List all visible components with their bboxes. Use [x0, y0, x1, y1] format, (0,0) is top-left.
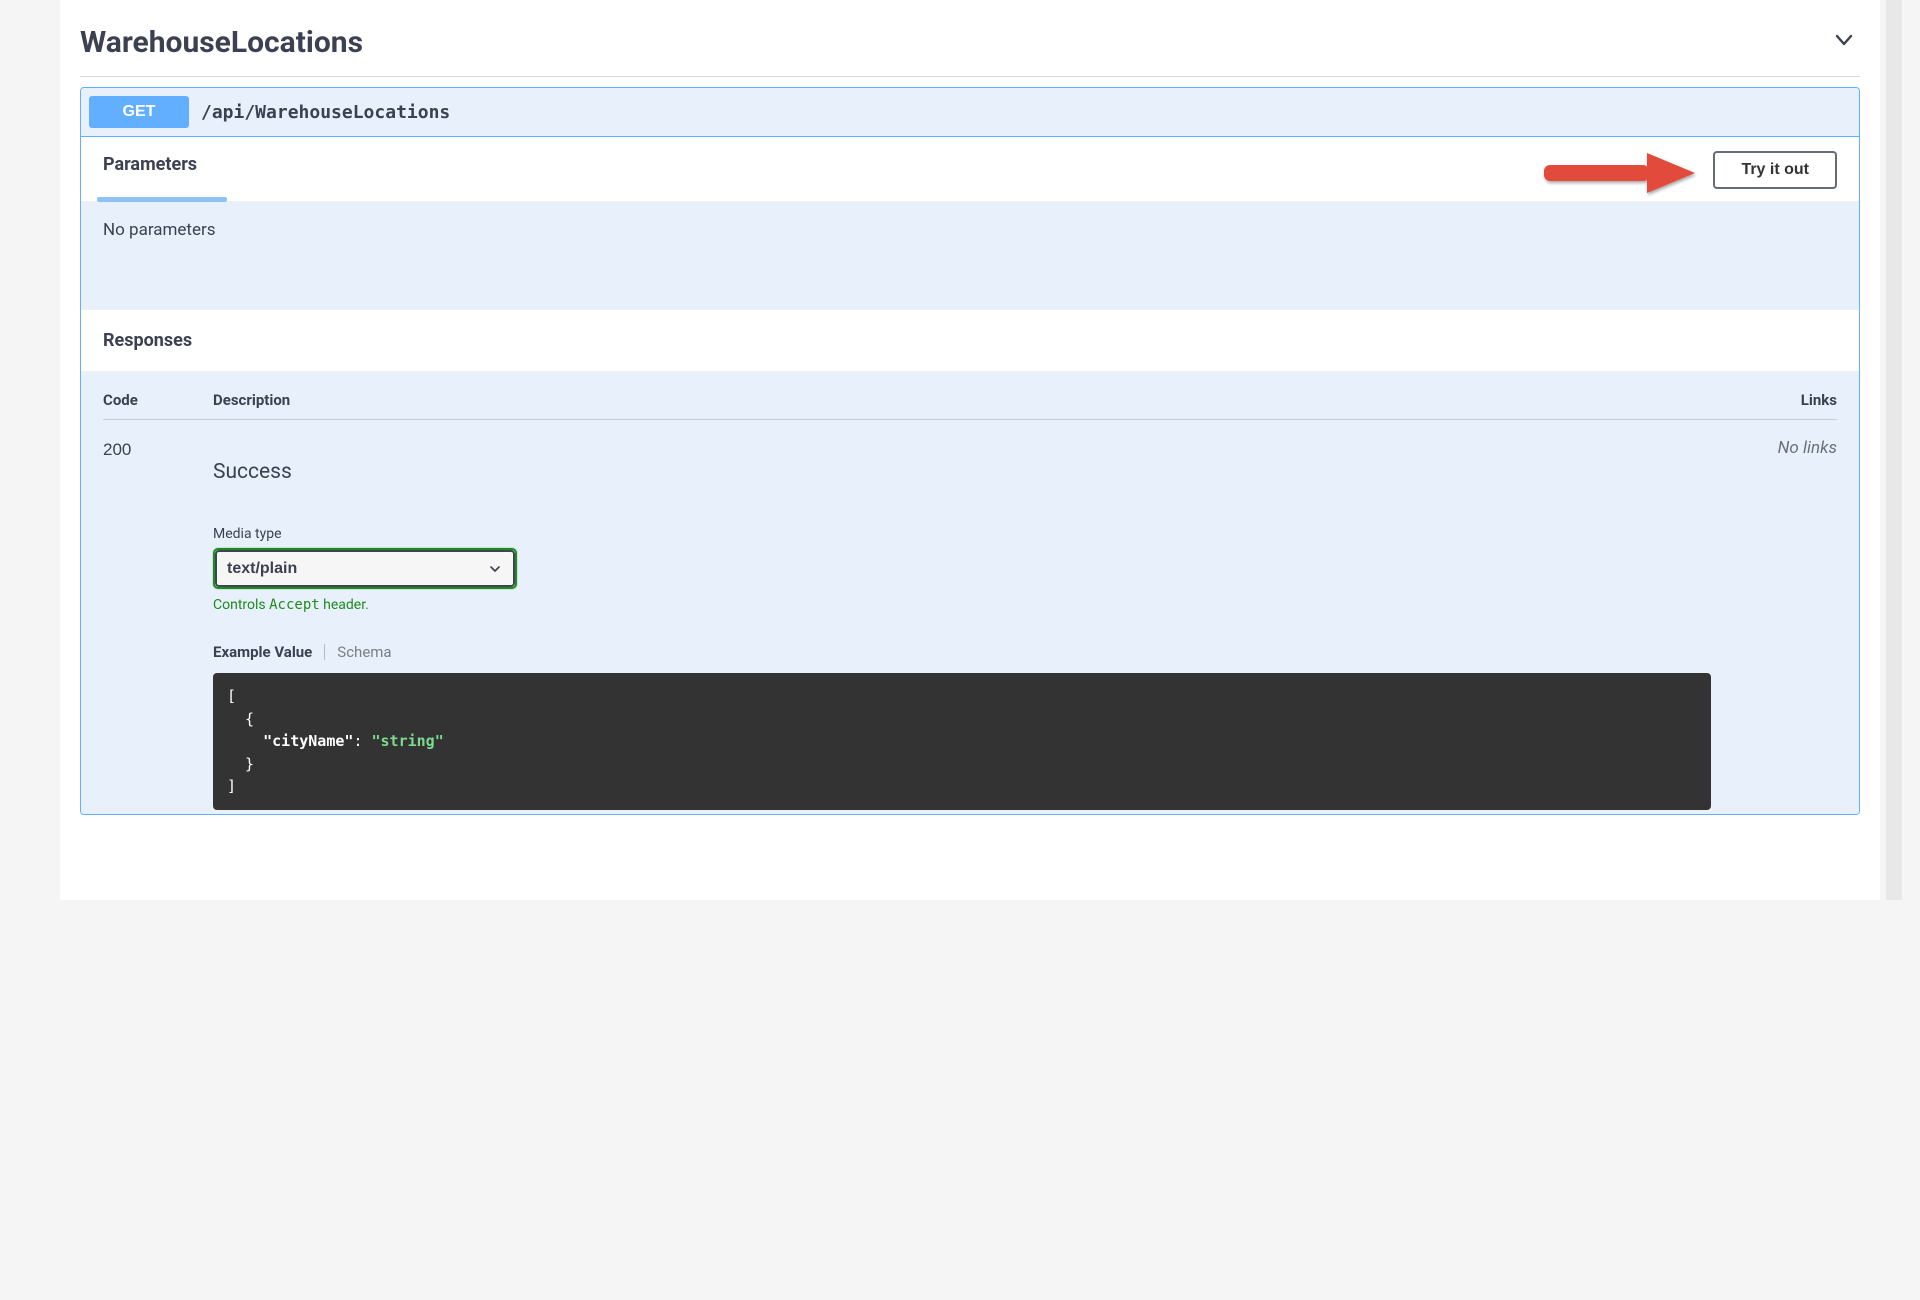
tag-header[interactable]: WarehouseLocations [80, 10, 1860, 77]
controls-suffix: header. [320, 597, 369, 613]
json-sep: : [353, 732, 371, 750]
example-schema-tabs: Example Value Schema [213, 643, 1711, 661]
operation-summary[interactable]: GET /api/WarehouseLocations [81, 88, 1859, 137]
response-code: 200 [103, 438, 213, 810]
response-description: Success [213, 460, 1711, 484]
response-links: No links [1747, 438, 1837, 810]
th-description: Description [213, 391, 1747, 409]
parameters-header: Parameters Try it out [81, 137, 1859, 202]
controls-header-name: Accept [269, 597, 320, 613]
th-code: Code [103, 391, 213, 409]
operation-block: GET /api/WarehouseLocations Parameters T… [80, 87, 1860, 815]
no-parameters-text: No parameters [103, 220, 216, 240]
responses-heading: Responses [103, 330, 1837, 351]
json-bracket: ] [227, 777, 236, 795]
responses-table-head: Code Description Links [103, 391, 1837, 420]
tab-separator [324, 644, 325, 660]
responses-body: Code Description Links 200 Success Media… [81, 371, 1859, 814]
response-row: 200 Success Media type text/plain Contro… [103, 438, 1837, 810]
json-key: "cityName" [263, 732, 353, 750]
json-value: "string" [372, 732, 444, 750]
operation-path: /api/WarehouseLocations [201, 102, 450, 123]
method-badge: GET [89, 96, 189, 128]
response-description-cell: Success Media type text/plain Controls A… [213, 438, 1747, 810]
media-type-label: Media type [213, 526, 1711, 542]
controls-accept-text: Controls Accept header. [213, 597, 1711, 613]
media-type-select[interactable]: text/plain [215, 550, 515, 587]
json-brace: } [227, 755, 254, 773]
example-code-block[interactable]: [ { "cityName": "string" } ] [213, 673, 1711, 810]
tab-example-value[interactable]: Example Value [213, 643, 312, 661]
media-type-highlight: text/plain [213, 548, 517, 589]
parameters-tab-underline [97, 197, 227, 202]
tab-schema[interactable]: Schema [337, 643, 391, 661]
th-links: Links [1747, 391, 1837, 409]
try-it-out-button[interactable]: Try it out [1713, 151, 1837, 189]
annotation-arrow-icon [1539, 149, 1699, 197]
json-bracket: [ [227, 687, 236, 705]
json-brace: { [227, 710, 254, 728]
parameters-body: No parameters [81, 202, 1859, 310]
parameters-heading: Parameters [103, 154, 197, 187]
tag-title: WarehouseLocations [80, 25, 363, 60]
chevron-down-icon[interactable] [1828, 24, 1860, 60]
vertical-scrollbar[interactable] [1886, 0, 1902, 900]
responses-header: Responses [81, 310, 1859, 371]
controls-prefix: Controls [213, 597, 269, 613]
